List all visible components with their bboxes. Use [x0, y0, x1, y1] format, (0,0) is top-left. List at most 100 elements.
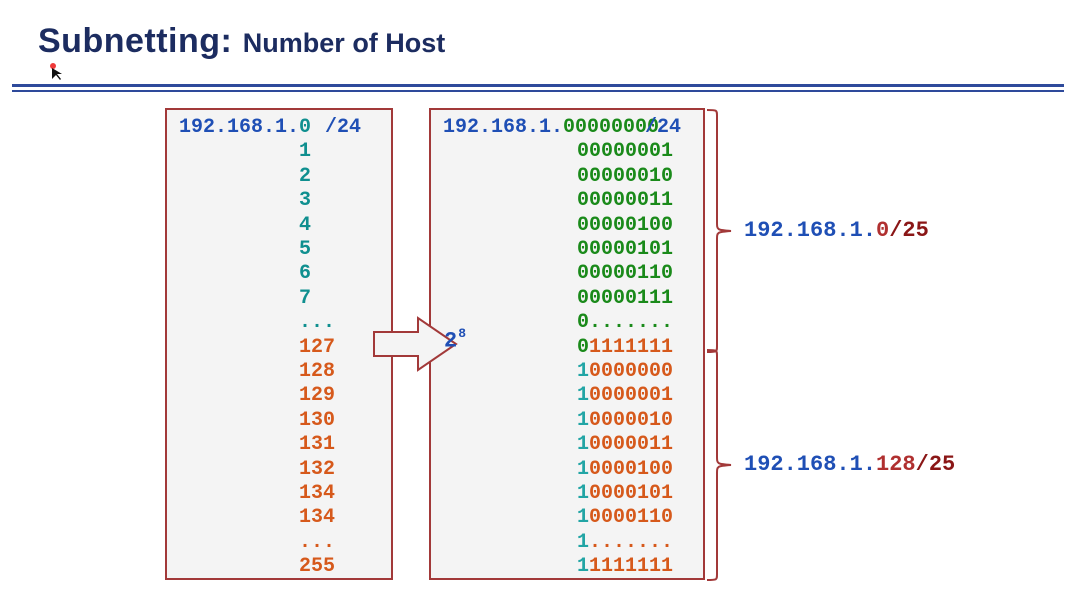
- binary-msb: 1: [577, 458, 589, 481]
- anno-top-cidr: /25: [889, 218, 929, 243]
- network-prefix: 192.168.1.: [179, 116, 299, 140]
- decimal-host: 0: [299, 116, 311, 139]
- network-prefix: 192.168.1.: [443, 116, 563, 140]
- binary-msb: 0: [577, 311, 589, 334]
- two-to-the-eight: 28: [444, 327, 466, 353]
- binary-msb: 1: [577, 506, 589, 529]
- binary-rest: 0000001: [589, 384, 673, 407]
- binary-row: 00000110: [443, 262, 691, 286]
- decimal-row: 192.168.1.0/24: [179, 116, 379, 140]
- binary-rest: 0000110: [589, 506, 673, 529]
- decimal-row: 1: [179, 140, 379, 164]
- decimal-row: 3: [179, 189, 379, 213]
- decimal-host: 2: [299, 165, 311, 188]
- anno-bottom-cidr: /25: [916, 452, 956, 477]
- decimal-row: ...: [179, 311, 379, 335]
- binary-rest: 0000100: [589, 458, 673, 481]
- binary-msb: 0: [577, 287, 589, 310]
- binary-msb: 0: [563, 116, 575, 139]
- binary-row: 10000101: [443, 482, 691, 506]
- slide-title: Subnetting: Number of Host: [38, 22, 445, 61]
- decimal-host: 7: [299, 287, 311, 310]
- binary-msb: 0: [577, 262, 589, 285]
- decimal-row: 134: [179, 482, 379, 506]
- binary-rest: 0000010: [589, 165, 673, 188]
- decimal-row: 4: [179, 214, 379, 238]
- binary-msb: 0: [577, 336, 589, 359]
- binary-row: 1.......: [443, 531, 691, 555]
- decimal-row: 130: [179, 409, 379, 433]
- binary-rest: 0000101: [589, 238, 673, 261]
- decimal-host: ...: [299, 531, 335, 554]
- anno-bottom-prefix: 192.168.1.: [744, 452, 876, 477]
- decimal-host: 134: [299, 482, 335, 505]
- cidr-label: /24: [645, 116, 681, 140]
- binary-msb: 0: [577, 140, 589, 163]
- decimal-row: 127: [179, 336, 379, 360]
- anno-top-host: 0: [876, 218, 889, 243]
- binary-rest: 0000110: [589, 262, 673, 285]
- decimal-row: 2: [179, 165, 379, 189]
- binary-rest: 1111111: [589, 555, 673, 578]
- binary-msb: 1: [577, 555, 589, 578]
- binary-addresses-box: 192.168.1.00000000/240000000100000010000…: [429, 108, 705, 580]
- binary-row: 10000011: [443, 433, 691, 457]
- binary-row: 192.168.1.00000000/24: [443, 116, 691, 140]
- decimal-host: 134: [299, 506, 335, 529]
- decimal-host: 5: [299, 238, 311, 261]
- power-base: 2: [444, 328, 457, 353]
- binary-row: 00000011: [443, 189, 691, 213]
- title-sub: Number of Host: [243, 28, 446, 58]
- decimal-row: 132: [179, 458, 379, 482]
- decimal-host: 4: [299, 214, 311, 237]
- decimal-host: 3: [299, 189, 311, 212]
- mouse-cursor-icon: [48, 63, 64, 86]
- binary-row: 00000010: [443, 165, 691, 189]
- decimal-host: 132: [299, 458, 335, 481]
- decimal-row: ...: [179, 531, 379, 555]
- binary-rest: 1111111: [589, 336, 673, 359]
- binary-row: 10000100: [443, 458, 691, 482]
- binary-msb: 1: [577, 531, 589, 554]
- binary-msb: 0: [577, 214, 589, 237]
- binary-rest: 0000001: [589, 140, 673, 163]
- binary-msb: 0: [577, 189, 589, 212]
- binary-rest: 0000000: [589, 360, 673, 383]
- binary-row: 00000101: [443, 238, 691, 262]
- decimal-row: 6: [179, 262, 379, 286]
- binary-row: 11111111: [443, 555, 691, 579]
- binary-row: 10000010: [443, 409, 691, 433]
- decimal-host: ...: [299, 311, 335, 334]
- binary-rest: 0000101: [589, 482, 673, 505]
- power-exp: 8: [458, 326, 466, 341]
- binary-msb: 1: [577, 409, 589, 432]
- decimal-host: 127: [299, 336, 335, 359]
- anno-bottom-host: 128: [876, 452, 916, 477]
- binary-msb: 1: [577, 433, 589, 456]
- binary-row: 10000000: [443, 360, 691, 384]
- binary-msb: 1: [577, 384, 589, 407]
- binary-row: 10000110: [443, 506, 691, 530]
- decimal-host: 6: [299, 262, 311, 285]
- decimal-row: 7: [179, 287, 379, 311]
- decimal-row: 131: [179, 433, 379, 457]
- binary-rest: 0000010: [589, 409, 673, 432]
- binary-row: 0.......: [443, 311, 691, 335]
- decimal-host: 130: [299, 409, 335, 432]
- binary-row: 01111111: [443, 336, 691, 360]
- binary-rest: .......: [589, 311, 673, 334]
- binary-rest: .......: [589, 531, 673, 554]
- decimal-host: 131: [299, 433, 335, 456]
- decimal-row: 129: [179, 384, 379, 408]
- binary-row: 10000001: [443, 384, 691, 408]
- decimal-host: 128: [299, 360, 335, 383]
- decimal-row: 134: [179, 506, 379, 530]
- bracket-bottom: [705, 348, 735, 582]
- binary-rest: 0000100: [589, 214, 673, 237]
- bracket-top: [705, 108, 735, 354]
- binary-rest: 0000011: [589, 189, 673, 212]
- subnet-label-top: 192.168.1.0/25: [744, 218, 929, 243]
- decimal-host: 129: [299, 384, 335, 407]
- binary-msb: 0: [577, 238, 589, 261]
- anno-top-prefix: 192.168.1.: [744, 218, 876, 243]
